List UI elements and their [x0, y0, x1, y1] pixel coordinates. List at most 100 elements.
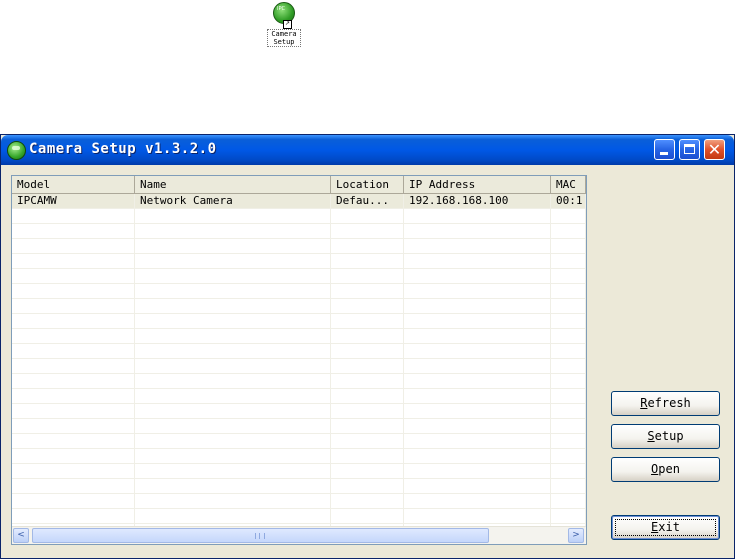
list-cell-empty: [135, 359, 331, 373]
list-cell-empty: [404, 389, 551, 403]
list-row-empty[interactable]: [12, 464, 586, 479]
list-cell-empty: [331, 389, 404, 403]
window-titlebar[interactable]: Camera Setup v1.3.2.0 ✕: [1, 135, 734, 165]
open-label: pen: [658, 462, 680, 476]
list-row-empty[interactable]: [12, 224, 586, 239]
exit-button[interactable]: Exit: [611, 515, 720, 540]
list-cell-empty: [135, 314, 331, 328]
list-cell-empty: [551, 389, 586, 403]
list-cell-empty: [551, 284, 586, 298]
list-cell-empty: [135, 449, 331, 463]
scrollbar-grip-icon: [255, 533, 265, 539]
minimize-button[interactable]: [654, 139, 675, 160]
list-row-empty[interactable]: [12, 449, 586, 464]
list-header: Model Name Location IP Address MAC: [12, 176, 586, 194]
column-header-location[interactable]: Location: [331, 176, 404, 193]
column-header-model[interactable]: Model: [12, 176, 135, 193]
list-row-camera[interactable]: IPCAMW Network Camera Defau... 192.168.1…: [12, 194, 586, 209]
list-row-empty[interactable]: [12, 389, 586, 404]
desktop-shortcut-label: Camera Setup: [267, 29, 301, 47]
cell-location: Defau...: [331, 194, 404, 208]
list-cell-empty: [12, 239, 135, 253]
open-button[interactable]: Open: [611, 457, 720, 482]
list-cell-empty: [404, 464, 551, 478]
column-header-name[interactable]: Name: [135, 176, 331, 193]
list-cell-empty: [551, 494, 586, 508]
camera-setup-app-icon: IPC ↗: [273, 2, 295, 29]
list-cell-empty: [135, 434, 331, 448]
list-cell-empty: [135, 269, 331, 283]
list-cell-empty: [551, 224, 586, 238]
list-row-empty[interactable]: [12, 329, 586, 344]
list-row-empty[interactable]: [12, 239, 586, 254]
list-cell-empty: [331, 209, 404, 223]
scroll-left-button[interactable]: <: [13, 528, 29, 543]
list-row-empty[interactable]: [12, 359, 586, 374]
list-cell-empty: [12, 299, 135, 313]
list-cell-empty: [404, 254, 551, 268]
list-cell-empty: [404, 374, 551, 388]
list-row-empty[interactable]: [12, 404, 586, 419]
list-cell-empty: [135, 299, 331, 313]
list-row-empty[interactable]: [12, 374, 586, 389]
list-cell-empty: [404, 269, 551, 283]
column-header-ip-address[interactable]: IP Address: [404, 176, 551, 193]
list-cell-empty: [135, 419, 331, 433]
list-row-empty[interactable]: [12, 269, 586, 284]
list-cell-empty: [404, 209, 551, 223]
list-cell-empty: [12, 284, 135, 298]
list-row-empty[interactable]: [12, 434, 586, 449]
camera-list[interactable]: Model Name Location IP Address MAC IPCAM…: [11, 175, 587, 545]
list-row-empty[interactable]: [12, 479, 586, 494]
list-cell-empty: [331, 479, 404, 493]
list-row-empty[interactable]: [12, 494, 586, 509]
list-cell-empty: [135, 224, 331, 238]
maximize-button[interactable]: [679, 139, 700, 160]
list-row-empty[interactable]: [12, 209, 586, 224]
list-cell-empty: [331, 329, 404, 343]
list-cell-empty: [12, 449, 135, 463]
list-cell-empty: [551, 299, 586, 313]
list-cell-empty: [135, 209, 331, 223]
shortcut-arrow-icon: ↗: [283, 20, 292, 29]
setup-button[interactable]: Setup: [611, 424, 720, 449]
list-cell-empty: [331, 464, 404, 478]
close-button[interactable]: ✕: [704, 139, 725, 160]
list-cell-empty: [135, 389, 331, 403]
refresh-button[interactable]: Refresh: [611, 391, 720, 416]
list-cell-empty: [404, 359, 551, 373]
list-cell-empty: [12, 344, 135, 358]
horizontal-scrollbar[interactable]: < >: [12, 526, 586, 544]
column-header-mac[interactable]: MAC: [551, 176, 586, 193]
scroll-right-button[interactable]: >: [568, 528, 584, 543]
list-cell-empty: [135, 239, 331, 253]
list-cell-empty: [331, 314, 404, 328]
scrollbar-thumb[interactable]: [32, 528, 489, 543]
list-cell-empty: [331, 359, 404, 373]
list-cell-empty: [12, 464, 135, 478]
list-cell-empty: [551, 419, 586, 433]
list-cell-empty: [12, 494, 135, 508]
list-row-empty[interactable]: [12, 314, 586, 329]
list-cell-empty: [331, 344, 404, 358]
list-cell-empty: [12, 254, 135, 268]
list-cell-empty: [135, 254, 331, 268]
list-row-empty[interactable]: [12, 299, 586, 314]
minimize-icon: [660, 152, 668, 155]
list-cell-empty: [404, 239, 551, 253]
list-cell-empty: [331, 269, 404, 283]
list-cell-empty: [404, 329, 551, 343]
list-body: IPCAMW Network Camera Defau... 192.168.1…: [12, 194, 586, 544]
camera-setup-desktop-shortcut[interactable]: IPC ↗ Camera Setup: [262, 2, 306, 47]
list-row-empty[interactable]: [12, 344, 586, 359]
app-title-icon[interactable]: [7, 141, 26, 160]
list-cell-empty: [331, 299, 404, 313]
list-row-empty[interactable]: [12, 254, 586, 269]
list-cell-empty: [12, 314, 135, 328]
list-cell-empty: [331, 419, 404, 433]
list-row-empty[interactable]: [12, 284, 586, 299]
list-cell-empty: [135, 374, 331, 388]
list-row-empty[interactable]: [12, 419, 586, 434]
list-cell-empty: [551, 314, 586, 328]
list-row-empty[interactable]: [12, 509, 586, 524]
